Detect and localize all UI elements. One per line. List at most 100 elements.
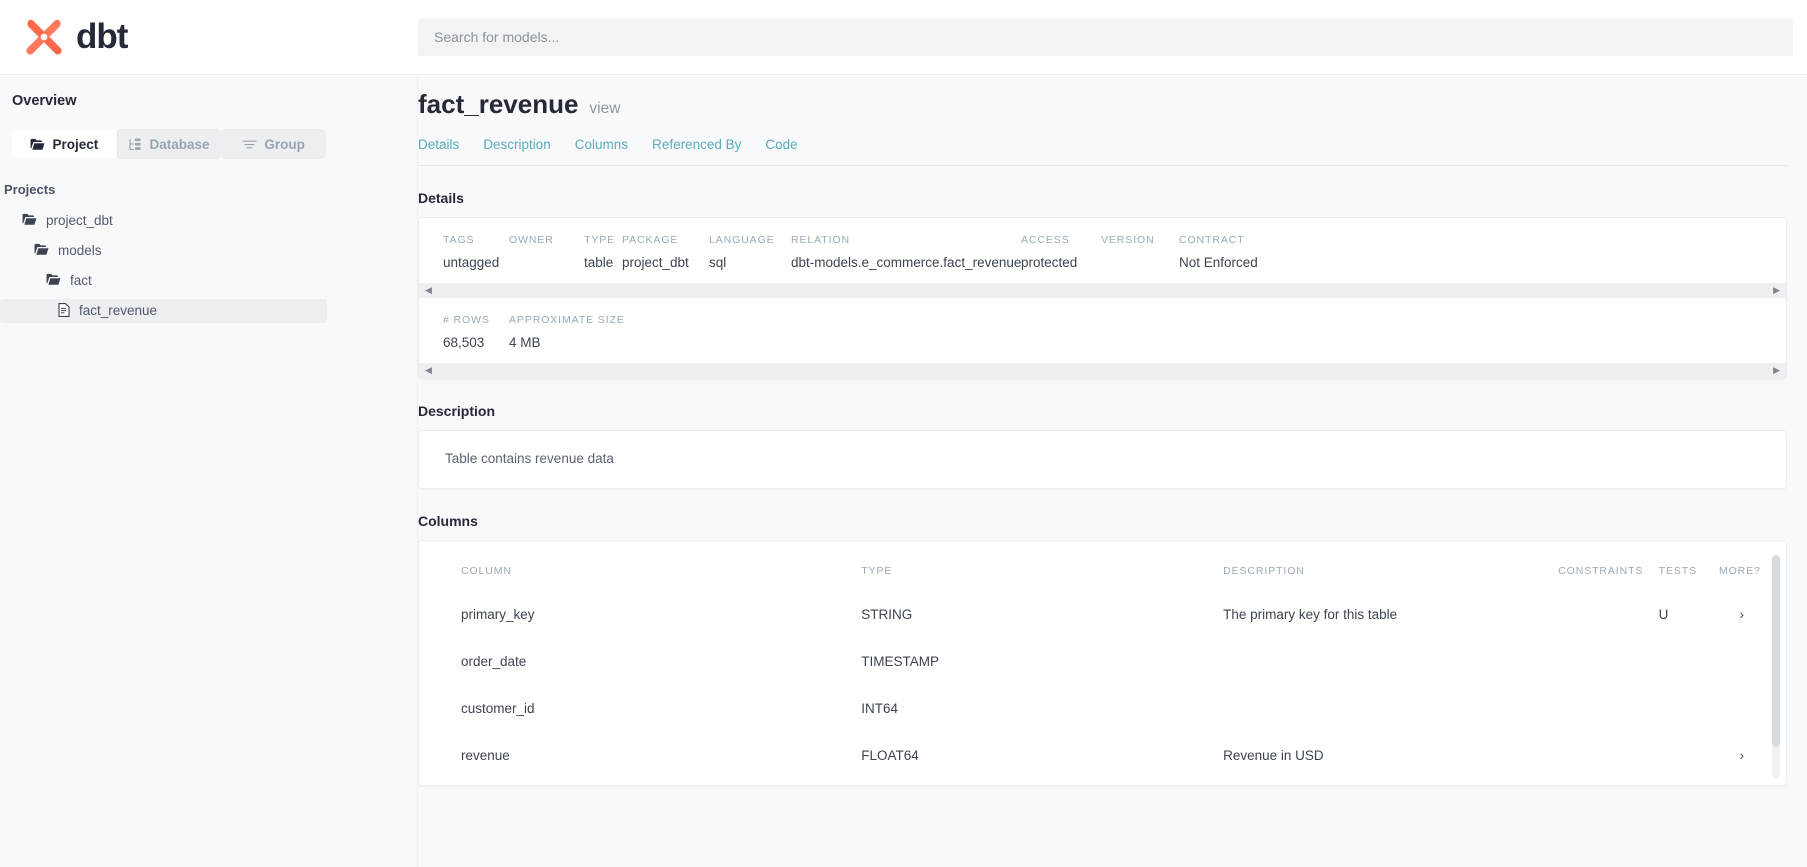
detail-header: CONTRACT	[1179, 234, 1245, 246]
description-card: Table contains revenue data	[418, 430, 1787, 489]
detail-owner: OWNER	[509, 234, 584, 270]
file-document-icon	[58, 302, 70, 320]
projects-heading: Projects	[4, 182, 56, 197]
detail-value: untagged	[443, 255, 500, 270]
detail-value: sql	[709, 255, 727, 270]
cell-column-type: STRING	[861, 607, 913, 622]
columns-table-head: COLUMN TYPE DESCRIPTION CONSTRAINTS TEST…	[419, 541, 1786, 591]
column-header-type: TYPE	[861, 565, 893, 577]
description-body: Table contains revenue data	[445, 451, 614, 466]
dbt-docs-app: dbt Overview Project Database	[0, 0, 1807, 867]
detail-header: RELATION	[791, 234, 850, 246]
detail-header: TAGS	[443, 234, 475, 246]
sidebar-tabs: Project Database Group	[12, 129, 326, 159]
table-row[interactable]: customer_id INT64	[419, 685, 1786, 732]
table-row[interactable]: revenue FLOAT64 Revenue in USD ›	[419, 732, 1786, 779]
detail-approximate-size: APPROXIMATE SIZE 4 MB	[509, 314, 625, 350]
anchor-description[interactable]: Description	[483, 137, 551, 152]
scroll-left-arrow-icon[interactable]: ◀	[425, 286, 432, 295]
detail-language: LANGUAGE sql	[709, 234, 791, 270]
columns-table: COLUMN TYPE DESCRIPTION CONSTRAINTS TEST…	[419, 541, 1786, 779]
folder-icon	[30, 138, 45, 151]
detail-value: dbt-models.e_commerce.fact_revenue	[791, 255, 1022, 270]
anchor-details[interactable]: Details	[418, 137, 459, 152]
details-horizontal-scrollbar-bottom[interactable]: ◀ ▶	[419, 363, 1786, 378]
detail-tags: TAGS untagged	[443, 234, 509, 270]
tree-item-label: fact	[70, 273, 92, 289]
cell-column-name: revenue	[461, 748, 510, 763]
top-bar: dbt	[0, 0, 1807, 75]
cell-column-constraints	[1558, 591, 1659, 638]
cell-column-tests[interactable]	[1659, 638, 1719, 685]
detail-header: VERSION	[1101, 234, 1155, 246]
detail-value: 4 MB	[509, 335, 541, 350]
detail-value: table	[584, 255, 614, 270]
tree-item-label: fact_revenue	[79, 303, 158, 319]
detail-header: PACKAGE	[622, 234, 679, 246]
tab-group-label: Group	[264, 136, 305, 152]
description-section-title: Description	[418, 403, 496, 419]
details-horizontal-scrollbar-top[interactable]: ◀ ▶	[419, 283, 1786, 298]
detail-header: TYPE	[584, 234, 616, 246]
page-title-row: fact_revenue view	[418, 89, 1787, 120]
tab-project[interactable]: Project	[12, 129, 117, 159]
brand-logo[interactable]: dbt	[0, 15, 418, 59]
main-inner: fact_revenue view Details Description Co…	[418, 75, 1787, 786]
sidebar: Overview Project Database Group Projects…	[0, 75, 418, 867]
tree-item-fact_revenue[interactable]: fact_revenue	[0, 299, 327, 323]
scroll-right-arrow-icon[interactable]: ▶	[1773, 366, 1780, 375]
detail-version: VERSION	[1101, 234, 1179, 270]
columns-section-title: Columns	[418, 513, 478, 529]
tree-item-models[interactable]: models	[0, 239, 327, 263]
columns-header-row: COLUMN TYPE DESCRIPTION CONSTRAINTS TEST…	[419, 541, 1786, 591]
columns-table-body: primary_key STRING The primary key for t…	[419, 591, 1786, 779]
details-section-title: Details	[418, 190, 464, 206]
cell-column-tests[interactable]: U	[1659, 591, 1719, 638]
detail-row-count: # ROWS 68,503	[443, 314, 509, 350]
overview-heading: Overview	[12, 93, 77, 109]
details-card: TAGS untagged OWNER TYPE table PACKAGE p…	[418, 217, 1787, 379]
anchor-referenced-by[interactable]: Referenced By	[652, 137, 741, 152]
tree-item-fact[interactable]: fact	[0, 269, 327, 293]
scroll-left-arrow-icon[interactable]: ◀	[425, 366, 432, 375]
tree-item-project_dbt[interactable]: project_dbt	[0, 209, 327, 233]
cell-column-description	[1223, 685, 1558, 732]
dbt-x-logo-icon	[22, 15, 66, 59]
page-title: fact_revenue	[418, 89, 579, 119]
tree-item-label: project_dbt	[46, 213, 113, 229]
cell-column-name: primary_key	[461, 607, 535, 622]
columns-vertical-scrollbar-thumb[interactable]	[1772, 555, 1780, 747]
cell-column-description: The primary key for this table	[1223, 607, 1398, 622]
column-header-column: COLUMN	[461, 565, 512, 577]
detail-value: protected	[1021, 255, 1078, 270]
search-input[interactable]	[418, 18, 1793, 56]
anchor-code[interactable]: Code	[765, 137, 797, 152]
details-row-1: TAGS untagged OWNER TYPE table PACKAGE p…	[419, 218, 1786, 283]
table-row[interactable]: order_date TIMESTAMP	[419, 638, 1786, 685]
tab-database[interactable]: Database	[116, 129, 222, 159]
detail-header: APPROXIMATE SIZE	[509, 314, 625, 326]
tab-database-label: Database	[149, 136, 210, 152]
detail-header: LANGUAGE	[709, 234, 775, 246]
scroll-right-arrow-icon[interactable]: ▶	[1773, 286, 1780, 295]
detail-header: # ROWS	[443, 314, 490, 326]
detail-relation: RELATION dbt-models.e_commerce.fact_reve…	[791, 234, 1021, 270]
table-row[interactable]: primary_key STRING The primary key for t…	[419, 591, 1786, 638]
cell-column-type: INT64	[861, 701, 899, 716]
brand-logo-text: dbt	[76, 17, 128, 56]
anchor-columns[interactable]: Columns	[575, 137, 628, 152]
cell-column-name: customer_id	[461, 701, 535, 716]
detail-type: TYPE table	[584, 234, 622, 270]
folder-icon	[34, 243, 49, 259]
cell-column-tests[interactable]	[1659, 732, 1719, 779]
column-header-tests: TESTS	[1658, 565, 1698, 577]
cell-column-constraints	[1558, 638, 1659, 685]
cell-column-constraints	[1558, 732, 1659, 779]
search-area	[418, 18, 1807, 56]
details-row-2: # ROWS 68,503 APPROXIMATE SIZE 4 MB	[419, 298, 1786, 363]
cell-column-tests[interactable]	[1659, 685, 1719, 732]
group-lines-icon	[242, 139, 258, 150]
detail-package: PACKAGE project_dbt	[622, 234, 709, 270]
tab-group[interactable]: Group	[221, 129, 326, 159]
column-header-description: DESCRIPTION	[1223, 565, 1305, 577]
